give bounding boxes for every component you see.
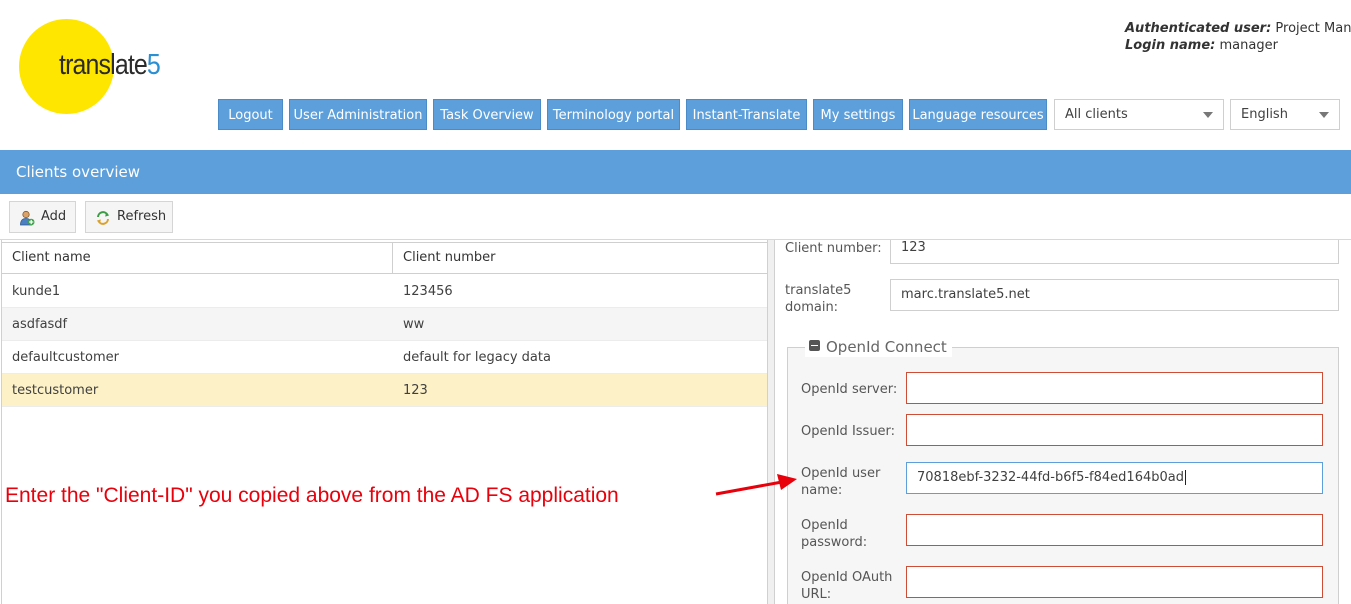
domain-value: marc.translate5.net: [901, 287, 1030, 302]
language-select-value: English: [1241, 107, 1288, 122]
table-row-selected[interactable]: testcustomer 123: [2, 374, 767, 407]
openid-username-field[interactable]: 70818ebf-3232-44fd-b6f5-f84ed164b0ad: [906, 462, 1323, 494]
column-header-client-name[interactable]: Client name: [2, 243, 393, 273]
openid-password-label: OpenId password:: [801, 517, 867, 551]
domain-label-line-1: translate5: [785, 283, 852, 298]
login-name-label: Login name:: [1125, 38, 1216, 53]
user-administration-button[interactable]: User Administration: [289, 99, 427, 130]
annotation-text: Enter the "Client-ID" you copied above f…: [5, 484, 619, 507]
client-number-cell: 123: [403, 383, 428, 398]
column-header-client-number[interactable]: Client number: [393, 243, 767, 273]
table-row[interactable]: kunde1 123456: [2, 275, 767, 308]
domain-label-line-2: domain:: [785, 300, 839, 315]
client-select-value: All clients: [1065, 107, 1128, 122]
logo-number: 5: [146, 49, 161, 81]
openid-password-field[interactable]: [906, 514, 1323, 546]
clients-grid: Client name Client number kunde1 123456 …: [1, 240, 768, 604]
text-cursor: [1184, 470, 1186, 485]
user-info: Authenticated user: Project Manager Logi…: [1125, 20, 1351, 54]
chevron-down-icon[interactable]: [1319, 112, 1329, 118]
grid-header: Client name Client number: [2, 242, 767, 274]
panel-title: Clients overview: [0, 150, 1351, 194]
language-resources-button[interactable]: Language resources: [909, 99, 1047, 130]
openid-username-value: 70818ebf-3232-44fd-b6f5-f84ed164b0ad: [917, 470, 1184, 485]
openid-server-field[interactable]: [906, 372, 1323, 404]
openid-username-label-line-2: name:: [801, 483, 843, 498]
client-name-cell: defaultcustomer: [12, 350, 119, 365]
add-client-button[interactable]: Add: [9, 201, 76, 233]
app-root: translate5 Authenticated user: Project M…: [0, 0, 1351, 604]
refresh-label: Refresh: [117, 209, 167, 224]
openid-password-label-line-1: OpenId: [801, 518, 848, 533]
add-user-icon: [20, 210, 35, 226]
client-edit-form: Client number: 123 translate5 domain: ma…: [774, 240, 1351, 604]
logo: translate5: [59, 49, 161, 82]
openid-server-label: OpenId server:: [801, 382, 898, 397]
client-number-cell: 123456: [403, 284, 453, 299]
client-select[interactable]: All clients: [1054, 99, 1224, 130]
domain-field[interactable]: marc.translate5.net: [890, 279, 1339, 311]
openid-password-label-line-2: password:: [801, 535, 868, 550]
add-label: Add: [41, 209, 67, 224]
client-name-cell: kunde1: [12, 284, 61, 299]
client-number-label: Client number:: [785, 241, 882, 256]
refresh-icon: [96, 211, 110, 225]
client-number-cell: ww: [403, 317, 425, 332]
task-overview-button[interactable]: Task Overview: [433, 99, 541, 130]
openid-oauth-url-field[interactable]: [906, 566, 1323, 598]
logo-text: translate: [59, 49, 148, 81]
openid-issuer-label: OpenId Issuer:: [801, 424, 896, 439]
refresh-button[interactable]: Refresh: [85, 201, 173, 233]
collapse-icon[interactable]: [809, 340, 820, 351]
openid-legend-label: OpenId Connect: [826, 338, 947, 356]
openid-legend[interactable]: OpenId Connect: [805, 337, 952, 357]
my-settings-button[interactable]: My settings: [813, 99, 903, 130]
client-number-field[interactable]: 123: [890, 240, 1339, 264]
openid-issuer-field[interactable]: [906, 414, 1323, 446]
authenticated-user-label: Authenticated user:: [1125, 21, 1272, 36]
openid-oauth-url-label-line-1: OpenId OAuth: [801, 570, 893, 585]
chevron-down-icon[interactable]: [1203, 112, 1213, 118]
table-row[interactable]: asdfasdf ww: [2, 308, 767, 341]
client-name-cell: asdfasdf: [12, 317, 68, 332]
table-row[interactable]: defaultcustomer default for legacy data: [2, 341, 767, 374]
language-select[interactable]: English: [1230, 99, 1340, 130]
authenticated-user-value: Project Manager: [1275, 21, 1351, 36]
instant-translate-button[interactable]: Instant-Translate: [686, 99, 807, 130]
domain-label: translate5 domain:: [785, 282, 851, 316]
authenticated-user-line: Authenticated user: Project Manager: [1125, 20, 1351, 37]
terminology-portal-button[interactable]: Terminology portal: [547, 99, 680, 130]
openid-oauth-url-label-line-2: URL:: [801, 587, 832, 602]
client-number-value: 123: [901, 240, 926, 255]
toolbar: Add Refresh: [0, 194, 1351, 240]
openid-username-label: OpenId user name:: [801, 465, 880, 499]
login-name-line: Login name: manager: [1125, 37, 1351, 54]
logout-button[interactable]: Logout: [218, 99, 283, 130]
login-name-value: manager: [1215, 38, 1278, 53]
client-name-cell: testcustomer: [12, 383, 99, 398]
client-number-cell: default for legacy data: [403, 350, 551, 365]
openid-oauth-url-label: OpenId OAuth URL:: [801, 569, 892, 603]
openid-username-label-line-1: OpenId user: [801, 466, 881, 481]
